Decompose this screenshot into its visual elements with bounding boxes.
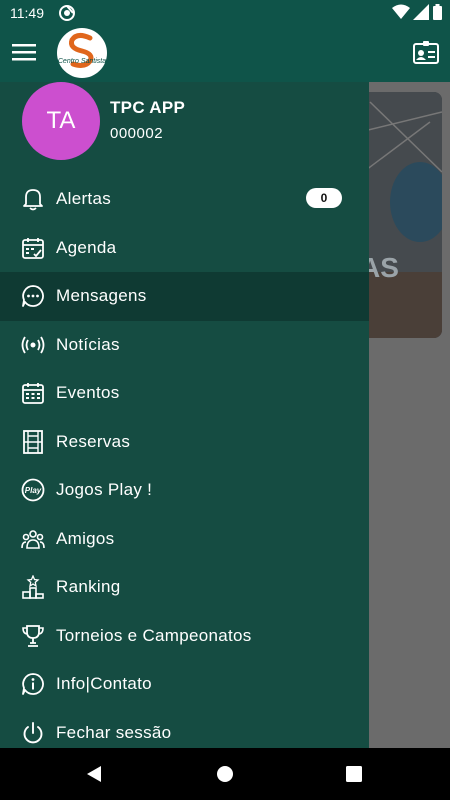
menu-item-label: Ranking — [56, 577, 121, 597]
logo-text: Centro Santista — [57, 58, 107, 65]
svg-text:Play: Play — [25, 486, 42, 495]
menu-item-noticias[interactable]: Notícias — [0, 321, 369, 370]
menu-item-label: Torneios e Campeonatos — [56, 625, 252, 645]
hamburger-icon[interactable] — [12, 42, 36, 62]
menu-item-amigos[interactable]: Amigos — [0, 515, 369, 564]
notification-icon — [58, 4, 76, 22]
alert-count-badge: 0 — [306, 188, 342, 208]
menu-item-label: Amigos — [56, 528, 115, 548]
menu-item-mensagens[interactable]: Mensagens — [0, 272, 369, 321]
calendar-grid-icon — [21, 381, 45, 405]
drawer-header: TA TPC APP 000002 — [0, 82, 369, 172]
status-bar: 11:49 — [0, 0, 450, 26]
battery-icon — [433, 4, 442, 20]
status-time: 11:49 — [10, 5, 44, 21]
bell-icon — [21, 187, 45, 211]
menu-item-fechar-sessao[interactable]: Fechar sessão — [0, 709, 369, 749]
avatar[interactable]: TA — [22, 82, 100, 160]
calendar-check-icon — [21, 236, 45, 260]
broadcast-icon — [21, 333, 45, 357]
menu-item-agenda[interactable]: Agenda — [0, 224, 369, 273]
menu-item-reservas[interactable]: Reservas — [0, 418, 369, 467]
drawer-menu: Alertas 0 Agenda Mensagens Notícias Even… — [0, 175, 369, 748]
menu-item-label: Info|Contato — [56, 674, 152, 694]
chat-bubble-icon — [21, 284, 45, 308]
menu-item-label: Eventos — [56, 383, 120, 403]
menu-item-torneios[interactable]: Torneios e Campeonatos — [0, 612, 369, 661]
user-name: TPC APP — [110, 98, 186, 117]
back-icon[interactable] — [85, 765, 103, 783]
menu-item-label: Reservas — [56, 431, 131, 451]
user-id: 000002 — [110, 125, 164, 142]
menu-item-info-contato[interactable]: Info|Contato — [0, 660, 369, 709]
signal-icon — [413, 4, 429, 20]
info-icon — [21, 672, 45, 696]
menu-item-alertas[interactable]: Alertas 0 — [0, 175, 369, 224]
menu-item-label: Jogos Play ! — [56, 480, 153, 500]
menu-item-label: Fechar sessão — [56, 722, 172, 742]
play-logo-icon: Play — [21, 478, 45, 502]
trophy-icon — [21, 624, 45, 648]
recents-icon[interactable] — [346, 766, 362, 782]
menu-item-label: Mensagens — [56, 286, 147, 306]
court-icon — [21, 429, 45, 454]
menu-item-label: Alertas — [56, 189, 112, 209]
menu-item-ranking[interactable]: Ranking — [0, 563, 369, 612]
menu-item-label: Agenda — [56, 237, 117, 257]
power-icon — [21, 721, 45, 745]
podium-icon — [21, 575, 45, 600]
menu-item-jogos-play[interactable]: Play Jogos Play ! — [0, 466, 369, 515]
menu-item-eventos[interactable]: Eventos — [0, 369, 369, 418]
app-bar: Centro Santista — [0, 26, 450, 82]
navigation-drawer: TA TPC APP 000002 Alertas 0 Agenda Mensa… — [0, 82, 369, 748]
system-nav-bar — [0, 748, 450, 800]
people-group-icon — [21, 527, 45, 551]
id-card-icon[interactable] — [413, 41, 439, 65]
home-icon[interactable] — [216, 765, 234, 783]
wifi-icon — [392, 4, 410, 20]
app-logo: Centro Santista — [57, 28, 107, 78]
menu-item-label: Notícias — [56, 334, 120, 354]
